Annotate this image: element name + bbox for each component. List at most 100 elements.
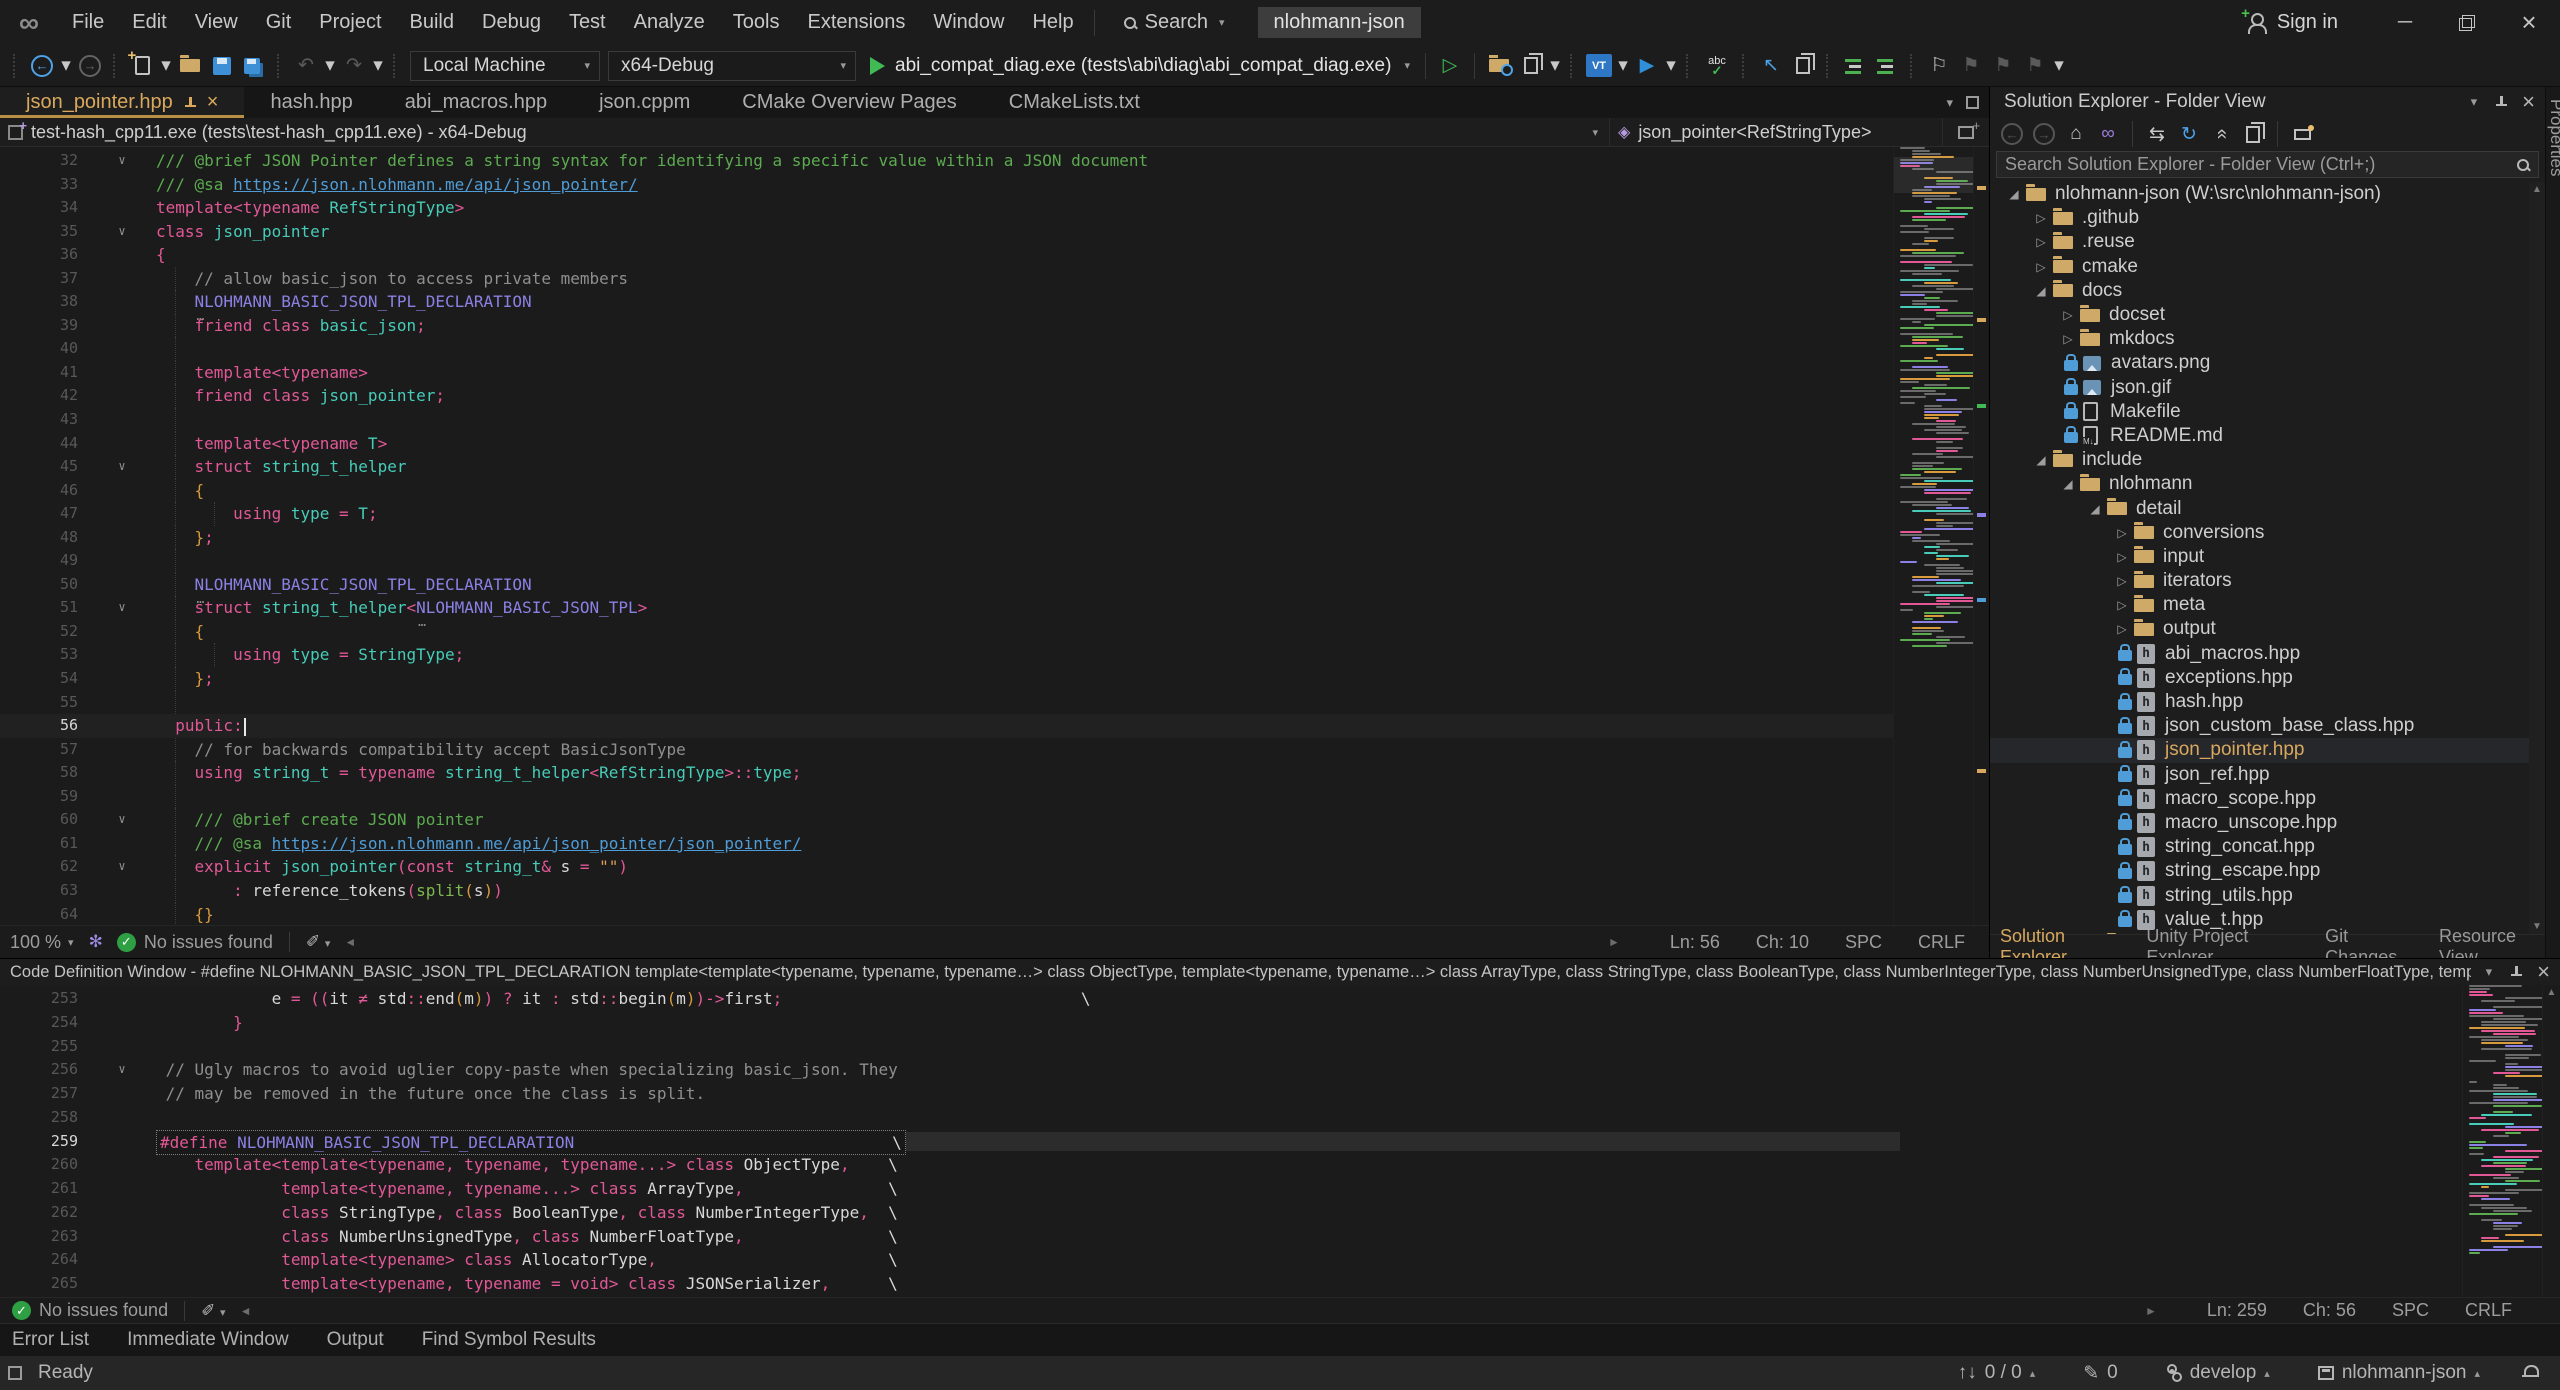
sign-in-button[interactable]: + Sign in — [2245, 11, 2338, 34]
tab-json-cppm[interactable]: json.cppm — [573, 87, 716, 118]
minimap-scrollbar[interactable] — [1893, 147, 1973, 925]
expanded-arrow-icon[interactable]: ◢ — [2031, 453, 2051, 467]
scroll-right-icon[interactable]: ► — [2145, 1304, 2157, 1318]
menu-item-extensions[interactable]: Extensions — [793, 0, 919, 45]
collapsed-arrow-icon[interactable]: ▷ — [2112, 574, 2132, 588]
code-line[interactable]: 38 NLOHMANN_BASIC_JSON_TPL_DECLARATION — [0, 290, 1893, 314]
tab-list-dropdown-icon[interactable]: ▾ — [1943, 95, 1956, 111]
tree-item-abi-macros-hpp[interactable]: habi_macros.hpp — [1990, 642, 2529, 666]
code-line[interactable]: 62∨ explicit json_pointer(const string_t… — [0, 855, 1893, 879]
pin-icon[interactable] — [2509, 965, 2523, 979]
code-cleanup-button[interactable]: ✐ ▾ — [201, 1301, 226, 1321]
code-line[interactable]: 56 public: — [0, 714, 1893, 738]
code-line[interactable]: 50 NLOHMANN_BASIC_JSON_TPL_DECLARATION — [0, 573, 1893, 597]
vt-target-icon[interactable]: VT — [1584, 51, 1614, 81]
code-line[interactable]: 261 template<typename, typename...> clas… — [0, 1177, 2462, 1201]
tree-item-nlohmann[interactable]: ◢nlohmann — [1990, 472, 2529, 496]
tree-item-conversions[interactable]: ▷conversions — [1990, 521, 2529, 545]
code-line[interactable]: 32∨/// @brief JSON Pointer defines a str… — [0, 149, 1893, 173]
code-line[interactable]: 34template<typename RefStringType> — [0, 196, 1893, 220]
tab-cmake-overview-pages[interactable]: CMake Overview Pages — [716, 87, 983, 118]
code-line[interactable]: 255 — [0, 1035, 2462, 1059]
nav-forward-icon[interactable]: → — [75, 51, 105, 81]
tree-item-json-ref-hpp[interactable]: hjson_ref.hpp — [1990, 763, 2529, 787]
code-line[interactable]: 40 — [0, 337, 1893, 361]
tree-item-string-concat-hpp[interactable]: hstring_concat.hpp — [1990, 835, 2529, 859]
menu-item-help[interactable]: Help — [1018, 0, 1087, 45]
open-file-icon[interactable] — [175, 51, 205, 81]
tree-item-output[interactable]: ▷output — [1990, 617, 2529, 641]
code-line[interactable]: 35∨class json_pointer — [0, 220, 1893, 244]
collapsed-arrow-icon[interactable]: ▷ — [2112, 550, 2132, 564]
solution-scope-icon[interactable] — [1516, 51, 1546, 81]
collapsed-arrow-icon[interactable]: ▷ — [2031, 235, 2051, 249]
compare-icon[interactable]: ⇆ — [2142, 119, 2172, 149]
code-cleanup-button[interactable]: ✐ ▾ — [306, 932, 331, 952]
branch-selector-button[interactable]: develop ▴ — [2166, 1362, 2270, 1384]
code-line[interactable]: 51∨ struct string_t_helper<NLOHMANN_BASI… — [0, 596, 1893, 620]
menu-item-file[interactable]: File — [58, 0, 118, 45]
expanded-arrow-icon[interactable]: ◢ — [2004, 187, 2024, 201]
code-line[interactable]: 260 template<template<typename, typename… — [0, 1153, 2462, 1177]
collapsed-arrow-icon[interactable]: ▷ — [2031, 260, 2051, 274]
code-line[interactable]: 47 using type = T; — [0, 502, 1893, 526]
zoom-dropdown[interactable]: 100 %▾ — [10, 932, 77, 953]
fold-chevron-icon[interactable]: ∨ — [100, 1058, 144, 1082]
collapsed-arrow-icon[interactable]: ▷ — [2031, 211, 2051, 225]
code-line[interactable]: 43 — [0, 408, 1893, 432]
code-line[interactable]: 63 : reference_tokens(split(s)) — [0, 879, 1893, 903]
properties-tab[interactable]: Properties — [2546, 87, 2560, 176]
bottom-tab-error-list[interactable]: Error List — [12, 1329, 89, 1351]
sync-commits-button[interactable]: ↑↓ 0 / 0 ▴ — [1958, 1362, 2036, 1384]
attach-icon[interactable]: ▶ — [1632, 51, 1662, 81]
menu-item-window[interactable]: Window — [919, 0, 1018, 45]
tree-item-iterators[interactable]: ▷iterators — [1990, 569, 2529, 593]
target-machine-dropdown[interactable]: Local Machine▾ — [410, 51, 600, 81]
code-line[interactable]: 36{ — [0, 243, 1893, 267]
collapsed-arrow-icon[interactable]: ▷ — [2058, 332, 2078, 346]
menu-item-analyze[interactable]: Analyze — [620, 0, 719, 45]
fold-chevron-icon[interactable]: ∨ — [100, 149, 144, 173]
nav-back-dropdown-icon[interactable]: ▾ — [59, 51, 73, 81]
copy-icon[interactable] — [1788, 51, 1818, 81]
global-search-button[interactable]: Search ▾ — [1109, 11, 1242, 34]
undo-icon[interactable]: ↶ — [291, 51, 321, 81]
start-without-debugging-icon[interactable]: ▷ — [1435, 51, 1465, 81]
menu-item-debug[interactable]: Debug — [468, 0, 555, 45]
redo-dropdown-icon[interactable]: ▾ — [371, 51, 385, 81]
code-line[interactable]: 59 — [0, 785, 1893, 809]
fold-chevron-icon[interactable]: ∨ — [100, 808, 144, 832]
next-bookmark-icon[interactable]: ⚑ — [1988, 51, 2018, 81]
show-all-files-icon[interactable] — [2238, 119, 2268, 149]
code-line[interactable]: 257 // may be removed in the future once… — [0, 1082, 2462, 1106]
tree-item-macro-scope-hpp[interactable]: hmacro_scope.hpp — [1990, 787, 2529, 811]
expanded-arrow-icon[interactable]: ◢ — [2031, 284, 2051, 298]
code-line[interactable]: 48 }; — [0, 526, 1893, 550]
tree-item--reuse[interactable]: ▷.reuse — [1990, 230, 2529, 254]
solution-scope-dropdown-icon[interactable]: ▾ — [1548, 51, 1562, 81]
tab-hash-hpp[interactable]: hash.hpp — [244, 87, 378, 118]
issues-status-label[interactable]: No issues found — [144, 932, 273, 953]
float-window-icon[interactable] — [1966, 96, 1979, 109]
tree-item-value-t-hpp[interactable]: hvalue_t.hpp — [1990, 908, 2529, 932]
document-health-icon[interactable]: ✻ — [89, 932, 103, 952]
menu-item-edit[interactable]: Edit — [118, 0, 180, 45]
fold-chevron-icon[interactable]: ∨ — [100, 855, 144, 879]
bottom-tab-output[interactable]: Output — [327, 1329, 384, 1351]
code-line[interactable]: 64 {} — [0, 903, 1893, 926]
scrollbar-annotations[interactable] — [1973, 147, 1989, 925]
sync-with-active-document-icon[interactable] — [2287, 119, 2317, 149]
doc-link[interactable]: https://json.nlohmann.me/api/json_pointe… — [233, 175, 638, 194]
code-editor[interactable]: 32∨/// @brief JSON Pointer defines a str… — [0, 147, 1893, 925]
se-forward-icon[interactable]: → — [2029, 119, 2059, 149]
pending-changes-button[interactable]: ✎ 0 — [2083, 1362, 2118, 1385]
tree-item-json-pointer-hpp[interactable]: hjson_pointer.hpp — [1990, 738, 2529, 762]
tree-item-input[interactable]: ▷input — [1990, 545, 2529, 569]
pin-icon[interactable] — [2494, 95, 2508, 109]
scroll-right-icon[interactable]: ► — [1608, 935, 1620, 949]
tab-cmakelists-txt[interactable]: CMakeLists.txt — [983, 87, 1166, 118]
prev-bookmark-icon[interactable]: ⚑ — [1956, 51, 1986, 81]
code-line[interactable]: 42 friend class json_pointer; — [0, 384, 1893, 408]
window-position-dropdown-icon[interactable]: ▾ — [2468, 94, 2481, 110]
line-ending-indicator[interactable]: CRLF — [1918, 932, 1965, 953]
